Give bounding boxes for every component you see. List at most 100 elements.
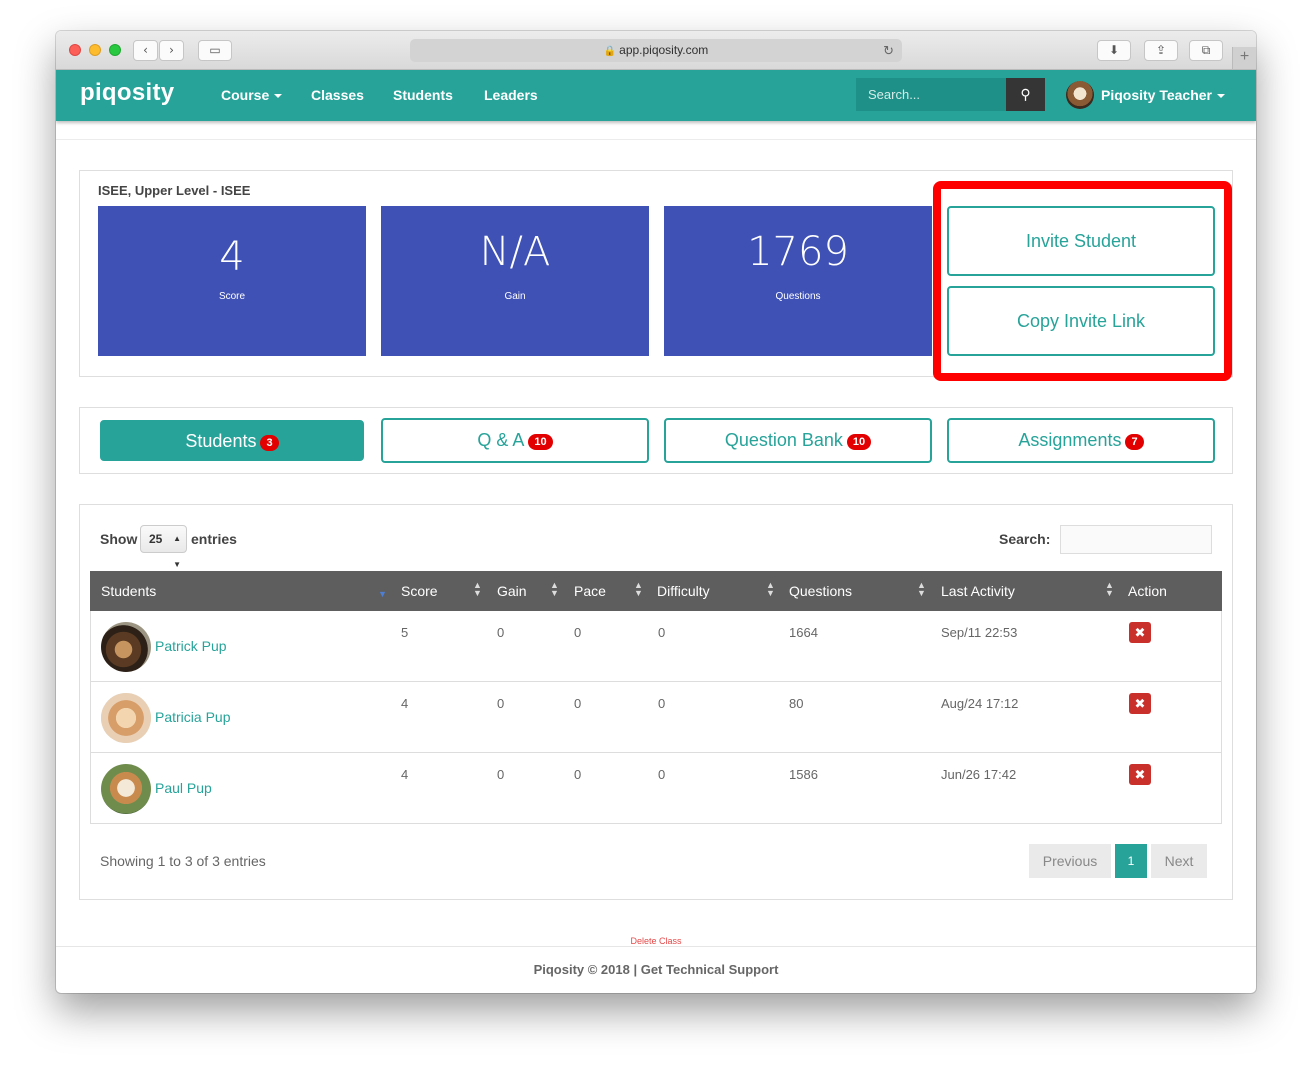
cell-difficulty: 0 xyxy=(658,767,666,782)
tab-assignments[interactable]: Assignments 7 xyxy=(947,418,1215,463)
cell-gain: 0 xyxy=(497,696,505,711)
student-avatar[interactable] xyxy=(101,764,151,814)
zoom-window-button[interactable] xyxy=(109,44,121,56)
stat-label: Score xyxy=(218,291,246,302)
caret-down-icon xyxy=(1217,94,1226,99)
copy-invite-link-button[interactable]: Copy Invite Link xyxy=(947,286,1215,356)
delete-student-button[interactable]: ✖ xyxy=(1129,693,1151,714)
sort-icon: ▲ ▼ xyxy=(473,580,482,598)
brand-logo[interactable]: piqosity xyxy=(80,79,174,107)
count-badge: 10 xyxy=(846,434,872,450)
tab-label: Students xyxy=(185,431,257,451)
download-icon: ⬇ xyxy=(1108,43,1120,57)
delete-student-button[interactable]: ✖ xyxy=(1129,764,1151,785)
nav-search-input[interactable] xyxy=(856,78,1006,111)
cell-pace: 0 xyxy=(574,625,582,640)
pagination-page-1[interactable]: 1 xyxy=(1115,844,1147,878)
tab-question-bank[interactable]: Question Bank 10 xyxy=(664,418,932,463)
count-badge: 3 xyxy=(260,435,279,451)
reload-icon[interactable]: ↻ xyxy=(883,39,894,62)
tab-q-and-a[interactable]: Q & A 10 xyxy=(381,418,649,463)
cell-difficulty: 0 xyxy=(658,625,666,640)
page-length-select[interactable]: 25 ▲ ▼ xyxy=(140,525,187,569)
nav-leaders[interactable]: Leaders xyxy=(484,87,538,103)
address-bar[interactable]: 🔒 app.piqosity.com ↻ xyxy=(410,39,902,62)
back-button[interactable]: ‹ xyxy=(133,40,158,61)
col-difficulty[interactable]: Difficulty xyxy=(657,583,710,599)
close-icon: ✖ xyxy=(1134,696,1146,711)
user-name: Piqosity Teacher xyxy=(1101,87,1213,103)
downloads-button[interactable]: ⬇ xyxy=(1097,40,1131,61)
table-header: Students ▼ Score ▲ ▼ Gain ▲ ▼ Pace ▲ ▼ Diff… xyxy=(90,571,1222,611)
entries-label: entries xyxy=(191,531,237,547)
col-score[interactable]: Score xyxy=(401,583,438,599)
student-name-link[interactable]: Patricia Pup xyxy=(155,709,230,725)
student-name-link[interactable]: Paul Pup xyxy=(155,780,212,796)
tabs-icon: ⧉ xyxy=(1201,43,1211,57)
share-button[interactable]: ⇪ xyxy=(1144,40,1178,61)
page-length-value: 25 xyxy=(149,532,163,546)
invite-student-button[interactable]: Invite Student xyxy=(947,206,1215,276)
pagination-previous[interactable]: Previous xyxy=(1029,844,1111,878)
new-tab-button[interactable]: + xyxy=(1232,47,1256,69)
browser-window: ‹ › ▭ 🔒 app.piqosity.com ↻ ⬇ ⇪ ⧉ + piqosi… xyxy=(56,31,1256,993)
stat-value: N/A xyxy=(479,229,551,275)
user-menu-dropdown[interactable]: Piqosity Teacher xyxy=(1101,87,1226,103)
cell-score: 5 xyxy=(401,625,409,640)
close-window-button[interactable] xyxy=(69,44,81,56)
sidebar-icon: ▭ xyxy=(209,43,221,57)
sort-icon: ▲ ▼ xyxy=(1105,580,1114,598)
sort-icon: ▲ ▼ xyxy=(766,580,775,598)
delete-class-link[interactable]: Delete Class xyxy=(56,936,1256,946)
close-icon: ✖ xyxy=(1134,767,1146,782)
nav-course-label: Course xyxy=(221,87,270,103)
stat-value: 1769 xyxy=(747,229,849,275)
cell-score: 4 xyxy=(401,767,409,782)
share-icon: ⇪ xyxy=(1155,43,1167,57)
cell-last-activity: Jun/26 17:42 xyxy=(941,767,1017,782)
stat-card-gain: N/A Gain xyxy=(381,206,649,356)
stat-card-questions: 1769 Questions xyxy=(664,206,932,356)
show-label: Show xyxy=(100,531,138,547)
cell-questions: 1664 xyxy=(789,625,818,640)
tab-students[interactable]: Students 3 xyxy=(100,420,364,461)
cell-questions: 1586 xyxy=(789,767,818,782)
tab-label: Assignments xyxy=(1018,430,1122,450)
stat-value: 4 xyxy=(219,234,245,280)
col-gain[interactable]: Gain xyxy=(497,583,527,599)
tabs-overview-button[interactable]: ⧉ xyxy=(1189,40,1223,61)
nav-students[interactable]: Students xyxy=(393,87,453,103)
nav-search-button[interactable]: ⚲ xyxy=(1006,78,1045,111)
divider xyxy=(56,946,1256,947)
sidebar-toggle-button[interactable]: ▭ xyxy=(198,40,232,61)
chevron-left-icon: ‹ xyxy=(143,43,148,57)
close-icon: ✖ xyxy=(1134,625,1146,640)
table-search-input[interactable] xyxy=(1060,525,1212,554)
chevron-right-icon: › xyxy=(169,43,174,57)
student-avatar[interactable] xyxy=(101,622,151,672)
caret-down-icon xyxy=(274,94,283,99)
footer-text: Piqosity © 2018 | Get Technical Support xyxy=(533,962,779,977)
sort-desc-icon: ▼ xyxy=(378,589,387,599)
nav-course-dropdown[interactable]: Course xyxy=(221,87,283,103)
user-avatar[interactable] xyxy=(1066,81,1094,109)
nav-classes[interactable]: Classes xyxy=(311,87,364,103)
forward-button[interactable]: › xyxy=(159,40,184,61)
col-students[interactable]: Students xyxy=(101,583,156,599)
tab-label: Q & A xyxy=(477,430,525,450)
delete-student-button[interactable]: ✖ xyxy=(1129,622,1151,643)
pagination-next[interactable]: Next xyxy=(1151,844,1207,878)
col-questions[interactable]: Questions xyxy=(789,583,852,599)
cell-pace: 0 xyxy=(574,696,582,711)
table-row: Paul Pup 4 0 0 0 1586 Jun/26 17:42 ✖ xyxy=(90,753,1222,824)
stat-label: Questions xyxy=(775,291,821,302)
sort-icon: ▲ ▼ xyxy=(550,580,559,598)
col-last-activity[interactable]: Last Activity xyxy=(941,583,1015,599)
minimize-window-button[interactable] xyxy=(89,44,101,56)
col-pace[interactable]: Pace xyxy=(574,583,606,599)
student-name-link[interactable]: Patrick Pup xyxy=(155,638,227,654)
cell-difficulty: 0 xyxy=(658,696,666,711)
student-avatar[interactable] xyxy=(101,693,151,743)
cell-gain: 0 xyxy=(497,625,505,640)
tab-label: Question Bank xyxy=(724,430,843,450)
